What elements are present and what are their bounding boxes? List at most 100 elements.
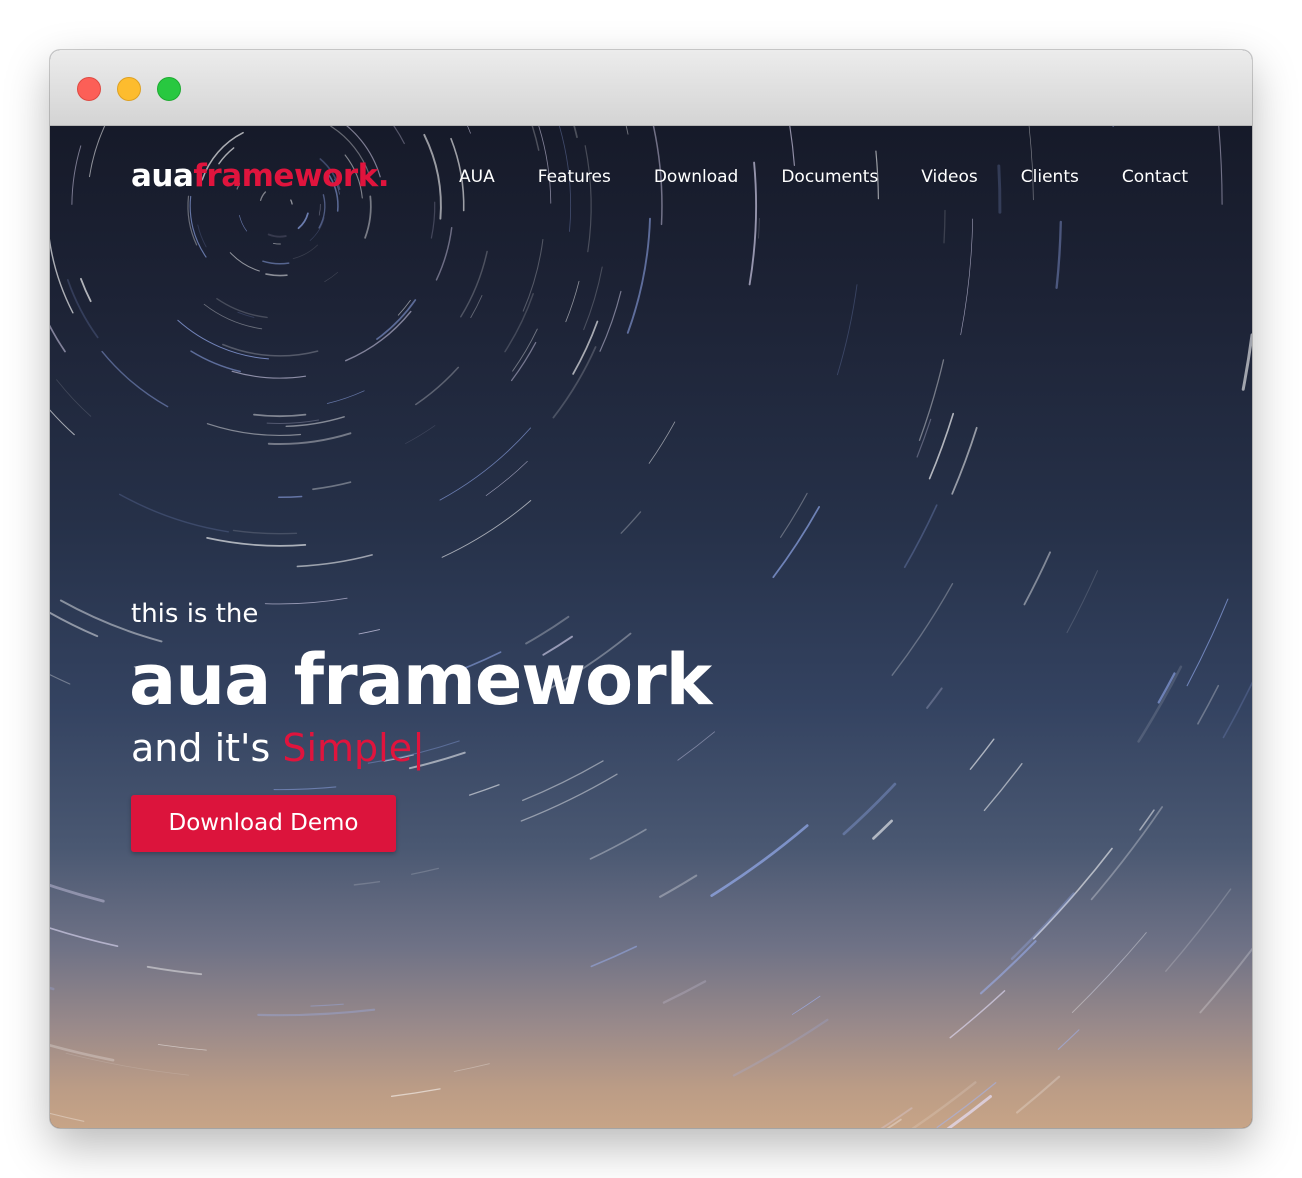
star-trail [979, 940, 1037, 995]
hero-headline: aua framework [129, 639, 712, 721]
star-trail [50, 238, 74, 314]
star-trail [1241, 333, 1252, 391]
star-trail [50, 986, 55, 991]
star-trail [791, 995, 821, 1015]
star-trail [50, 324, 66, 353]
star-trail [1139, 809, 1155, 831]
star-trail [520, 773, 618, 822]
star-trail [312, 481, 352, 491]
browser-window: auaframework. AUA Features Download Docu… [50, 50, 1252, 1128]
site-logo[interactable]: auaframework. [131, 156, 390, 196]
star-trail [50, 409, 75, 436]
close-window-button[interactable] [77, 77, 101, 101]
star-trail [891, 583, 954, 676]
star-trail [290, 199, 293, 205]
star-trail [66, 279, 99, 339]
star-trail [1222, 681, 1252, 739]
star-trail [468, 784, 500, 796]
star-trail [1028, 126, 1034, 201]
star-trail [296, 554, 373, 568]
star-trail [364, 195, 372, 239]
star-trail [1066, 570, 1099, 634]
star-trail [435, 226, 453, 281]
star-trail [80, 277, 92, 303]
star-trail [467, 126, 471, 134]
star-trail [1023, 551, 1052, 606]
star-trail [232, 529, 298, 535]
star-trail [590, 945, 638, 968]
hero-section: auaframework. AUA Features Download Docu… [50, 126, 1252, 1128]
tagline-highlight-word: Simple [282, 726, 413, 770]
star-trail [1197, 684, 1220, 725]
star-trail [430, 201, 436, 239]
star-trail [1016, 1075, 1061, 1114]
star-trail [390, 1088, 441, 1097]
star-trail [880, 1107, 913, 1128]
star-trail [789, 126, 795, 166]
star-trail [88, 126, 106, 178]
star-trail [353, 880, 381, 886]
star-trail [222, 343, 319, 357]
star-trail [512, 328, 538, 372]
star-trail [292, 244, 318, 259]
star-trail [50, 883, 105, 903]
hero-intro-text: this is the [131, 599, 259, 629]
star-trail [625, 126, 629, 135]
nav-link-videos[interactable]: Videos [921, 166, 978, 188]
star-trail [1071, 932, 1147, 1013]
star-trail [1199, 947, 1252, 1014]
logo-text-aua: aua [131, 158, 194, 194]
star-trail [453, 1063, 490, 1072]
star-trail [1055, 220, 1062, 289]
star-trail [1010, 892, 1075, 960]
nav-link-contact[interactable]: Contact [1122, 166, 1188, 188]
star-trail [943, 209, 946, 244]
star-trail [946, 1095, 992, 1128]
minimize-window-button[interactable] [117, 77, 141, 101]
star-trail [969, 738, 995, 770]
nav-link-documents[interactable]: Documents [781, 166, 878, 188]
star-trail [273, 786, 337, 791]
star-trail [903, 504, 938, 569]
star-trail [1086, 958, 1125, 998]
star-trail [710, 824, 809, 897]
star-trail [572, 320, 599, 375]
star-trail [310, 1003, 344, 1007]
star-trail [589, 828, 647, 860]
star-trail [326, 390, 365, 404]
tagline-prefix: and it's [131, 726, 283, 770]
star-trail [949, 990, 1006, 1039]
star-trail [50, 611, 99, 638]
star-trail [206, 537, 307, 547]
star-trail [393, 126, 405, 145]
download-demo-button[interactable]: Download Demo [131, 795, 396, 852]
star-trail [318, 203, 321, 216]
star-trail [197, 224, 207, 248]
nav-link-download[interactable]: Download [654, 166, 739, 188]
star-trail [257, 1008, 376, 1017]
star-trail [71, 145, 82, 205]
star-trail [620, 511, 642, 534]
star-trail [265, 273, 288, 277]
star-trail [599, 290, 622, 352]
star-trail [157, 1044, 207, 1051]
maximize-window-button[interactable] [157, 77, 181, 101]
star-trail [836, 284, 858, 376]
nav-link-aua[interactable]: AUA [459, 166, 495, 188]
star-trail [538, 126, 552, 204]
star-trail [1165, 888, 1232, 972]
star-trail [65, 1052, 189, 1076]
typing-cursor: | [412, 726, 425, 770]
star-trail [772, 506, 820, 579]
star-trail [50, 674, 71, 685]
star-trail [146, 965, 203, 976]
star-trail [1186, 598, 1229, 687]
star-trail [441, 500, 532, 558]
star-trail [626, 217, 651, 334]
star-trail [522, 760, 604, 802]
star-trail [872, 819, 893, 840]
nav-link-features[interactable]: Features [538, 166, 611, 188]
star-trail [278, 495, 303, 499]
star-trail [951, 426, 978, 495]
nav-link-clients[interactable]: Clients [1021, 166, 1079, 188]
